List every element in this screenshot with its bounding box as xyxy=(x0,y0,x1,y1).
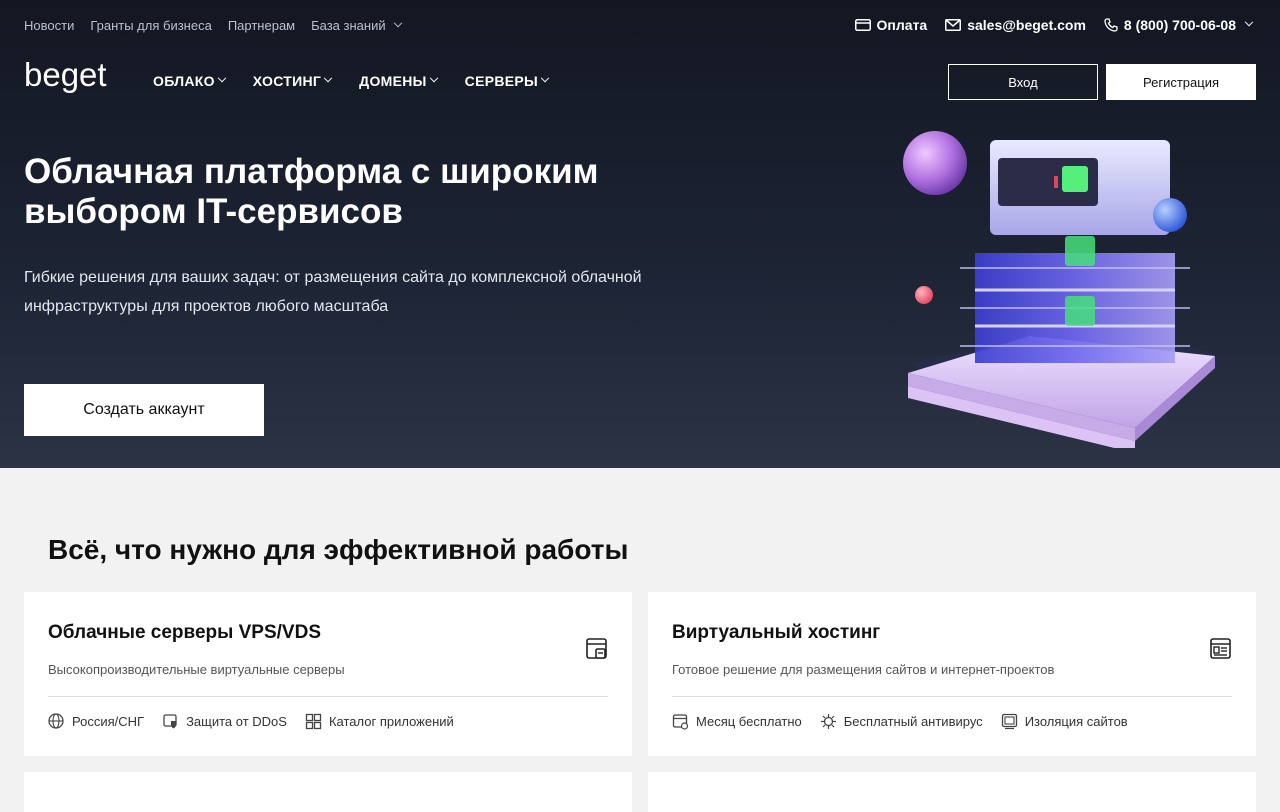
feature-item: Россия/СНГ xyxy=(48,713,144,730)
email-link[interactable]: sales@beget.com xyxy=(945,17,1086,33)
card-features: Месяц бесплатно Бесплатный антивирус Изо… xyxy=(672,713,1128,730)
payment-label: Оплата xyxy=(876,17,928,33)
card-title: Облачные серверы VPS/VDS xyxy=(48,622,321,643)
top-nav: Новости Гранты для бизнеса Партнерам Баз… xyxy=(24,18,402,33)
feature-item: Каталог приложений xyxy=(305,713,454,730)
card-partial xyxy=(648,772,1256,812)
phone-label: 8 (800) 700-06-08 xyxy=(1123,17,1236,33)
top-nav-grants[interactable]: Гранты для бизнеса xyxy=(90,18,212,33)
nav-servers-label: СЕРВЕРЫ xyxy=(464,73,539,89)
phone-link[interactable]: 8 (800) 700-06-08 xyxy=(1104,17,1254,33)
feature-label: Изоляция сайтов xyxy=(1024,714,1128,729)
server-rack xyxy=(960,140,1190,363)
top-nav-partners[interactable]: Партнерам xyxy=(228,18,295,33)
logo-text: beget xyxy=(24,56,107,93)
create-account-button[interactable]: Создать аккаунт xyxy=(24,384,264,436)
nav-cloud-label: ОБЛАКО xyxy=(153,73,215,89)
chevron-down-icon xyxy=(217,73,227,83)
feature-label: Бесплатный антивирус xyxy=(843,714,983,729)
card-icon xyxy=(854,19,871,31)
feature-label: Каталог приложений xyxy=(328,714,454,729)
top-bar: Новости Гранты для бизнеса Партнерам Баз… xyxy=(0,0,1280,52)
calendar-gift-icon xyxy=(672,714,689,730)
globe-icon xyxy=(48,713,64,729)
chevron-down-icon xyxy=(540,73,550,83)
card-description: Высокопроизводительные виртуальные серве… xyxy=(48,662,345,677)
card-features: Россия/СНГ Защита от DDoS Каталог прилож… xyxy=(48,713,454,730)
nav-hosting-label: ХОСТИНГ xyxy=(252,73,322,89)
hosting-window-icon xyxy=(1210,638,1231,659)
mail-icon xyxy=(945,19,962,31)
card-description: Готовое решение для размещения сайтов и … xyxy=(672,662,1055,677)
chevron-down-icon xyxy=(429,73,438,83)
hero-section: Новости Гранты для бизнеса Партнерам Баз… xyxy=(0,0,1280,468)
main-nav: ОБЛАКО ХОСТИНГ ДОМЕНЫ СЕРВЕРЫ xyxy=(153,73,550,89)
feature-label: Месяц бесплатно xyxy=(696,714,802,729)
card-hosting[interactable]: Виртуальный хостинг Готовое решение для … xyxy=(648,592,1256,756)
section-title: Всё, что нужно для эффективной работы xyxy=(48,534,629,565)
antivirus-icon xyxy=(820,714,836,729)
login-button[interactable]: Вход xyxy=(948,64,1098,100)
email-label: sales@beget.com xyxy=(967,17,1086,33)
nav-hosting[interactable]: ХОСТИНГ xyxy=(252,73,333,89)
nav-cloud[interactable]: ОБЛАКО xyxy=(153,73,227,89)
apps-grid-icon xyxy=(305,713,322,730)
nav-domains-label: ДОМЕНЫ xyxy=(359,73,427,89)
top-nav-knowledge-base[interactable]: База знаний xyxy=(311,18,402,33)
nav-domains[interactable]: ДОМЕНЫ xyxy=(359,73,438,89)
server-window-icon xyxy=(586,638,607,659)
red-sphere xyxy=(915,286,933,304)
hero-subtitle: Гибкие решения для ваших задач: от разме… xyxy=(24,269,642,315)
feature-item: Бесплатный антивирус xyxy=(820,713,983,730)
chevron-down-icon xyxy=(1244,17,1254,27)
card-title: Виртуальный хостинг xyxy=(672,622,881,643)
beget-logo[interactable]: beget xyxy=(24,56,124,106)
blue-sphere xyxy=(1153,198,1187,232)
feature-label: Россия/СНГ xyxy=(72,714,145,729)
server-illustration xyxy=(903,131,1215,448)
nav-servers[interactable]: СЕРВЕРЫ xyxy=(464,73,550,89)
feature-label: Защита от DDoS xyxy=(186,714,287,729)
chevron-down-icon xyxy=(323,73,333,83)
register-button[interactable]: Регистрация xyxy=(1106,64,1256,100)
phone-icon xyxy=(1104,18,1118,32)
top-contacts: Оплата sales@beget.com 8 (800) 700-06-08 xyxy=(854,17,1254,33)
card-vps[interactable]: Облачные серверы VPS/VDS Высокопроизводи… xyxy=(24,592,632,756)
isolation-window-icon xyxy=(1001,713,1017,730)
chevron-down-icon xyxy=(393,18,402,27)
feature-item: Защита от DDoS xyxy=(162,713,287,730)
payment-link[interactable]: Оплата xyxy=(854,17,928,33)
card-partial xyxy=(24,772,632,812)
top-nav-news[interactable]: Новости xyxy=(24,18,74,33)
top-nav-knowledge-label: База знаний xyxy=(311,18,386,33)
shield-icon xyxy=(163,714,177,729)
hero-title: Облачная платформа с широким выбором IT-… xyxy=(24,152,599,231)
divider xyxy=(672,696,1232,697)
purple-sphere xyxy=(903,131,967,195)
feature-item: Изоляция сайтов xyxy=(1001,713,1128,730)
divider xyxy=(48,696,608,697)
feature-item: Месяц бесплатно xyxy=(672,713,802,730)
